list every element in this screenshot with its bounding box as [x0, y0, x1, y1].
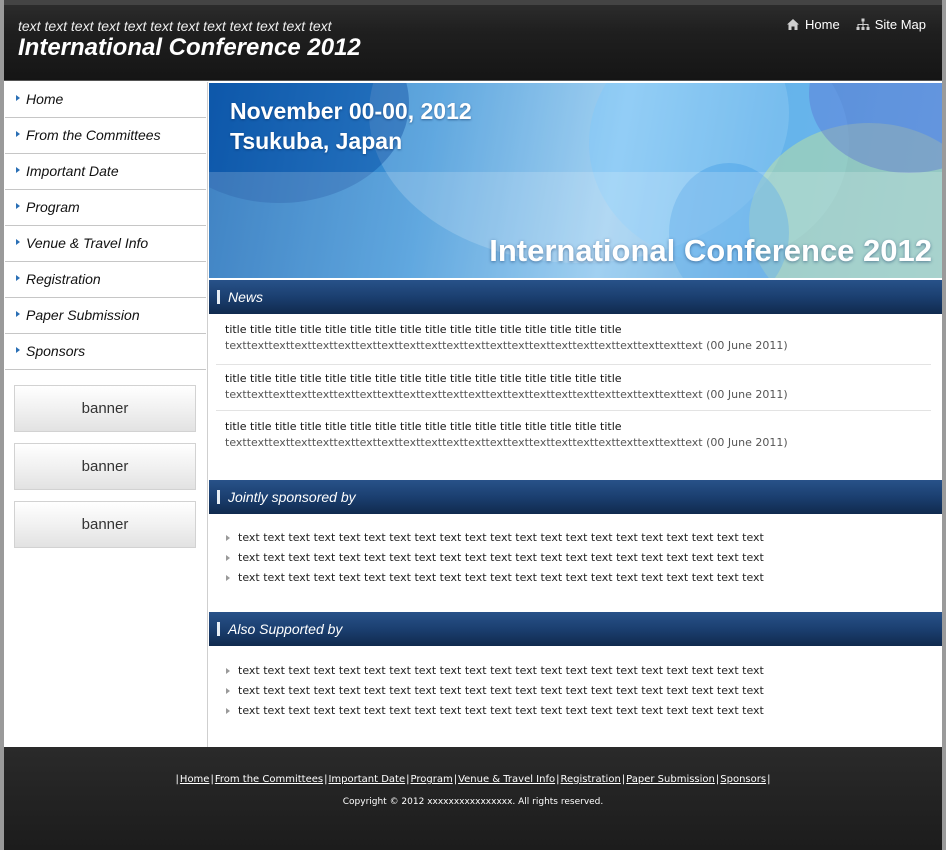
list-item-text: text text text text text text text text … [238, 531, 764, 544]
footer-link-paper-submission[interactable]: Paper Submission [626, 774, 715, 785]
footer-link-important-date[interactable]: Important Date [328, 774, 405, 785]
footer-link-home[interactable]: Home [180, 774, 210, 785]
bullet-icon [16, 202, 20, 209]
bullet-icon [226, 688, 230, 694]
bullet-icon [226, 708, 230, 714]
list-item: text text text text text text text text … [226, 661, 764, 681]
heading-bar [217, 290, 220, 304]
footer-link-sponsors[interactable]: Sponsors [720, 774, 766, 785]
list-item: text text text text text text text text … [226, 701, 764, 721]
supported-list: text text text text text text text text … [226, 661, 764, 721]
list-item: text text text text text text text text … [226, 528, 764, 548]
footer-links: |Home|From the Committees|Important Date… [175, 774, 771, 785]
site-footer: |Home|From the Committees|Important Date… [4, 747, 942, 850]
top-links: Home Site Map [786, 17, 926, 32]
sidebar-item-home[interactable]: Home [5, 82, 206, 118]
list-item-text: text text text text text text text text … [238, 704, 764, 717]
site-tagline: text text text text text text text text … [18, 18, 332, 34]
bullet-icon [16, 310, 20, 317]
footer-link-registration[interactable]: Registration [560, 774, 620, 785]
heading-bar [217, 490, 220, 504]
list-item-text: text text text text text text text text … [238, 664, 764, 677]
sidebar-item-committees[interactable]: From the Committees [5, 118, 206, 154]
top-link-sitemap[interactable]: Site Map [856, 17, 926, 32]
bullet-icon [16, 94, 20, 101]
sidebar-item-registration[interactable]: Registration [5, 262, 206, 298]
news-heading-text: News [228, 289, 264, 305]
news-item: title title title title title title titl… [216, 322, 931, 365]
sponsored-heading-text: Jointly sponsored by [228, 489, 356, 505]
banner-3[interactable]: banner [14, 501, 196, 548]
top-link-home[interactable]: Home [786, 17, 840, 32]
list-item-text: text text text text text text text text … [238, 684, 764, 697]
sidebar-item-label: Home [26, 90, 64, 107]
bullet-icon [226, 668, 230, 674]
sidebar-item-label: Sponsors [26, 342, 86, 359]
bullet-icon [226, 535, 230, 541]
bullet-icon [16, 166, 20, 173]
sidebar-item-label: Venue & Travel Info [26, 234, 149, 251]
sidebar-item-label: Important Date [26, 162, 119, 179]
footer-link-program[interactable]: Program [411, 774, 453, 785]
bullet-icon [16, 130, 20, 137]
home-icon [787, 19, 799, 30]
news-item-body: texttexttexttexttexttexttexttexttexttext… [225, 436, 788, 449]
sidebar-item-label: Paper Submission [26, 306, 140, 323]
news-item-title[interactable]: title title title title title title titl… [216, 322, 931, 338]
copyright: Copyright © 2012 xxxxxxxxxxxxxxxx. All r… [342, 797, 604, 807]
hero-banner: November 00-00, 2012 Tsukuba, Japan Inte… [209, 83, 942, 278]
sidebar-item-paper-submission[interactable]: Paper Submission [5, 298, 206, 334]
bullet-icon [226, 575, 230, 581]
bullet-icon [16, 274, 20, 281]
news-item-title[interactable]: title title title title title title titl… [216, 419, 931, 435]
sidebar-item-label: Registration [26, 270, 101, 287]
news-item-body: texttexttexttexttexttexttexttexttexttext… [225, 339, 788, 352]
supported-heading: Also Supported by [209, 612, 942, 646]
list-item: text text text text text text text text … [226, 548, 764, 568]
top-link-sitemap-label: Site Map [874, 17, 926, 32]
sidebar-item-venue[interactable]: Venue & Travel Info [5, 226, 206, 262]
footer-link-committees[interactable]: From the Committees [215, 774, 323, 785]
list-item-text: text text text text text text text text … [238, 551, 764, 564]
top-link-home-label: Home [805, 17, 840, 32]
bullet-icon [16, 238, 20, 245]
page-frame: text text text text text text text text … [4, 0, 942, 850]
news-heading: News [209, 280, 942, 314]
footer-link-venue[interactable]: Venue & Travel Info [458, 774, 555, 785]
sponsored-list: text text text text text text text text … [226, 528, 764, 588]
sidebar-item-label: Program [26, 198, 80, 215]
news-item-title[interactable]: title title title title title title titl… [216, 371, 931, 387]
hero-date: November 00-00, 2012 [230, 98, 472, 124]
news-item-body: texttexttexttexttexttexttexttexttexttext… [225, 388, 788, 401]
banner-1[interactable]: banner [14, 385, 196, 432]
heading-bar [217, 622, 220, 636]
sidebar-item-program[interactable]: Program [5, 190, 206, 226]
bullet-icon [16, 346, 20, 353]
list-item: text text text text text text text text … [226, 568, 764, 588]
site-title: International Conference 2012 [18, 34, 361, 61]
list-item: text text text text text text text text … [226, 681, 764, 701]
sidebar-item-label: From the Committees [26, 126, 161, 143]
bullet-icon [226, 555, 230, 561]
sponsored-heading: Jointly sponsored by [209, 480, 942, 514]
site-header: text text text text text text text text … [4, 0, 942, 81]
news-item: title title title title title title titl… [216, 419, 931, 459]
hero-title: International Conference 2012 [489, 233, 932, 268]
sidebar-item-sponsors[interactable]: Sponsors [5, 334, 206, 370]
news-item: title title title title title title titl… [216, 371, 931, 411]
sidebar: Home From the Committees Important Date … [4, 82, 208, 747]
list-item-text: text text text text text text text text … [238, 571, 764, 584]
sitemap-icon [856, 18, 870, 30]
banner-2[interactable]: banner [14, 443, 196, 490]
supported-heading-text: Also Supported by [228, 621, 343, 637]
hero-place: Tsukuba, Japan [230, 128, 403, 154]
sidebar-item-important-date[interactable]: Important Date [5, 154, 206, 190]
